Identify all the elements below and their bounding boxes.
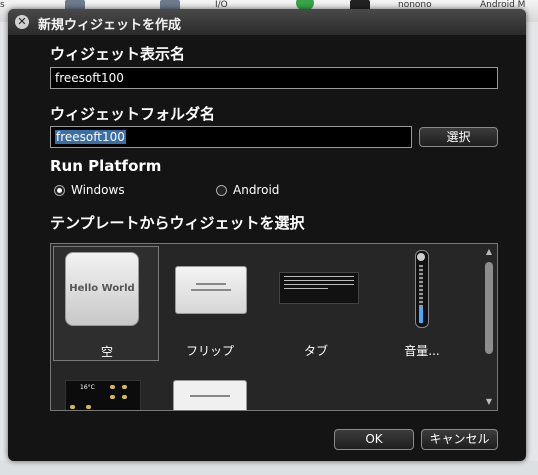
template-item-label: タブ bbox=[303, 344, 328, 358]
sun-icon bbox=[86, 405, 91, 409]
weather-temp: 16°C bbox=[80, 384, 95, 391]
display-name-input[interactable]: freesoft100 bbox=[50, 67, 498, 89]
radio-windows[interactable]: Windows bbox=[54, 183, 125, 197]
radio-unchecked-icon[interactable] bbox=[216, 184, 227, 196]
template-item-label: 音量... bbox=[404, 344, 440, 358]
template-item-label: 空 bbox=[100, 345, 113, 359]
folder-name-label: ウィジェットフォルダ名 bbox=[50, 105, 216, 123]
radio-windows-label: Windows bbox=[71, 183, 125, 197]
template-gallery[interactable]: 空 Hello World フリップ タブ 音量... 16°C ▲ ▼ bbox=[50, 243, 498, 411]
template-item-label: フリップ bbox=[185, 344, 234, 358]
new-widget-dialog: ✕ 新規ウィジェットを作成 ウィジェット表示名 freesoft100 ウィジェ… bbox=[8, 9, 526, 461]
sun-icon bbox=[122, 395, 127, 399]
gallery-scrollbar[interactable]: ▲ ▼ bbox=[483, 246, 495, 408]
folder-name-input[interactable]: freesoft100 bbox=[50, 126, 412, 148]
radio-checked-icon[interactable] bbox=[54, 184, 65, 196]
sun-icon bbox=[122, 385, 127, 389]
dialog-titlebar[interactable]: ✕ 新規ウィジェットを作成 bbox=[8, 9, 526, 35]
scrollbar-thumb[interactable] bbox=[485, 262, 493, 354]
flip-thumbnail bbox=[175, 266, 247, 314]
weather-thumbnail[interactable]: 16°C bbox=[65, 380, 141, 410]
browse-button[interactable]: 選択 bbox=[419, 127, 498, 147]
sun-icon bbox=[110, 385, 115, 389]
selected-text: freesoft100 bbox=[55, 130, 126, 144]
hello-world-thumbnail: Hello World bbox=[65, 252, 139, 326]
document-thumbnail[interactable] bbox=[173, 380, 247, 410]
tab-thumbnail bbox=[279, 272, 359, 304]
radio-android[interactable]: Android bbox=[216, 183, 279, 197]
sun-icon bbox=[70, 405, 75, 409]
toolbar-label: s bbox=[0, 0, 5, 10]
run-platform-label: Run Platform bbox=[50, 157, 162, 175]
close-icon[interactable]: ✕ bbox=[15, 15, 29, 29]
ok-button[interactable]: OK bbox=[334, 429, 414, 450]
template-label: テンプレートからウィジェットを選択 bbox=[50, 214, 305, 232]
cancel-button[interactable]: キャンセル bbox=[421, 429, 498, 450]
cloud-icon bbox=[110, 395, 115, 399]
radio-android-label: Android bbox=[233, 183, 280, 197]
volume-thumbnail bbox=[415, 250, 429, 328]
scroll-up-icon[interactable]: ▲ bbox=[483, 246, 495, 258]
background-status-bar bbox=[0, 461, 538, 475]
scroll-down-icon[interactable]: ▼ bbox=[483, 396, 495, 408]
background-right-panel bbox=[526, 22, 538, 475]
display-name-label: ウィジェット表示名 bbox=[50, 45, 186, 63]
dialog-title: 新規ウィジェットを作成 bbox=[38, 18, 182, 33]
